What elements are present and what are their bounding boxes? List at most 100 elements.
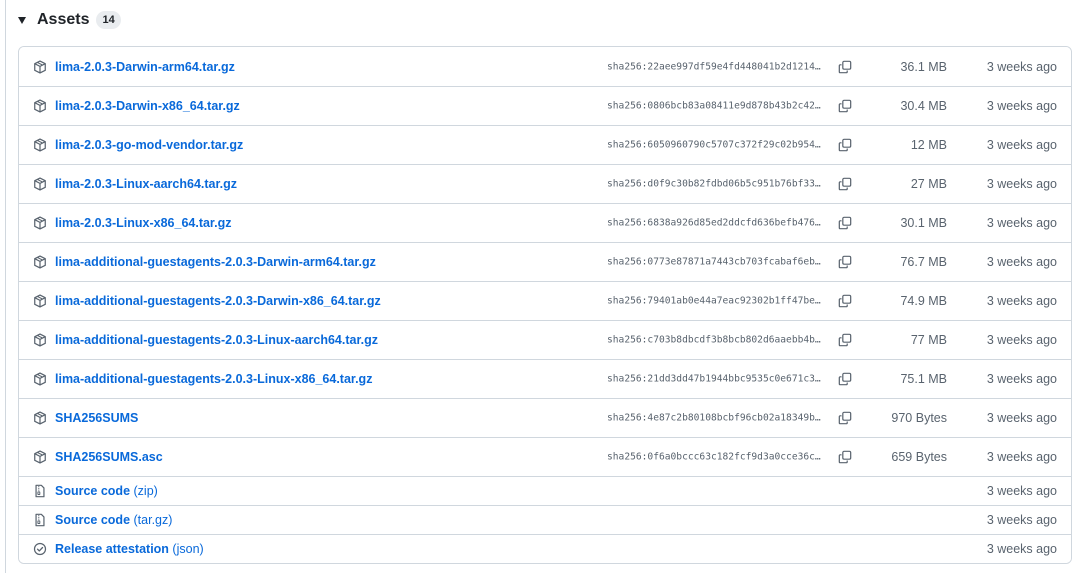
package-icon: [33, 372, 47, 386]
copy-sha-button[interactable]: [836, 253, 854, 271]
copy-sha-button[interactable]: [836, 136, 854, 154]
asset-sha256-digest: sha256:0773e87871a7443cb703fcabaf6eb…: [607, 256, 821, 268]
copy-sha-button[interactable]: [836, 370, 854, 388]
asset-download-link[interactable]: lima-additional-guestagents-2.0.3-Linux-…: [55, 333, 378, 347]
asset-date: 3 weeks ago: [986, 255, 1057, 269]
asset-download-link[interactable]: lima-2.0.3-Darwin-arm64.tar.gz: [55, 60, 235, 74]
asset-date: 3 weeks ago: [986, 59, 1057, 74]
asset-date: 3 weeks ago: [986, 138, 1057, 152]
asset-download-link[interactable]: lima-2.0.3-Linux-aarch64.tar.gz: [55, 177, 237, 191]
asset-size: 77 MB: [910, 333, 947, 347]
asset-download-link[interactable]: Release attestation (json): [55, 542, 204, 556]
asset-date: 3 weeks ago: [986, 411, 1057, 425]
package-icon: [33, 138, 47, 152]
asset-sha256-digest: sha256:21dd3dd47b1944bbc9535c0e671c3…: [607, 373, 821, 385]
asset-download-link[interactable]: lima-additional-guestagents-2.0.3-Darwin…: [55, 255, 376, 269]
asset-name: lima-additional-guestagents-2.0.3-Linux-…: [55, 333, 378, 347]
asset-size: 12 MB: [910, 138, 947, 152]
copy-icon: [838, 333, 852, 347]
asset-date: 3 weeks ago: [986, 216, 1057, 230]
asset-download-link[interactable]: Source code (tar.gz): [55, 513, 172, 527]
asset-row: lima-2.0.3-Darwin-arm64.tar.gz sha256:22a…: [19, 47, 1071, 86]
asset-date: 3 weeks ago: [986, 333, 1057, 347]
asset-name: SHA256SUMS: [55, 411, 139, 425]
asset-size: 30.4 MB: [900, 99, 947, 113]
copy-sha-button[interactable]: [836, 97, 854, 115]
asset-size: 970 Bytes: [891, 411, 947, 425]
asset-download-link[interactable]: lima-2.0.3-Linux-x86_64.tar.gz: [55, 216, 231, 230]
asset-row: lima-additional-guestagents-2.0.3-Linux-…: [19, 359, 1071, 398]
package-icon: [33, 216, 47, 230]
asset-format-label: (json): [172, 542, 204, 556]
package-icon: [33, 255, 47, 269]
asset-date: 3 weeks ago: [986, 99, 1057, 113]
asset-size: 76.7 MB: [900, 255, 947, 269]
asset-download-link[interactable]: lima-2.0.3-Darwin-x86_64.tar.gz: [55, 99, 240, 113]
asset-row: Release attestation (json) 3 weeks ago: [19, 534, 1071, 563]
asset-download-link[interactable]: SHA256SUMS: [55, 411, 138, 425]
copy-sha-button[interactable]: [836, 58, 854, 76]
assets-list: lima-2.0.3-Darwin-arm64.tar.gz sha256:22a…: [18, 46, 1072, 564]
assets-summary-toggle[interactable]: Assets 14: [18, 8, 121, 32]
asset-format-label: (tar.gz): [133, 513, 173, 527]
copy-sha-button[interactable]: [836, 292, 854, 310]
asset-row: lima-2.0.3-Linux-x86_64.tar.gz sha256:683…: [19, 203, 1071, 242]
asset-row: Source code (tar.gz) 3 weeks ago: [19, 505, 1071, 534]
copy-icon: [838, 372, 852, 386]
copy-icon: [838, 177, 852, 191]
asset-name: SHA256SUMS.asc: [55, 450, 163, 464]
package-icon: [33, 294, 47, 308]
asset-date: 3 weeks ago: [986, 294, 1057, 308]
copy-icon: [838, 216, 852, 230]
copy-sha-button[interactable]: [836, 175, 854, 193]
package-icon: [33, 99, 47, 113]
asset-row: Source code (zip) 3 weeks ago: [19, 476, 1071, 505]
copy-sha-button[interactable]: [836, 214, 854, 232]
asset-name: Source code: [55, 484, 131, 498]
asset-row: lima-additional-guestagents-2.0.3-Darwin…: [19, 281, 1071, 320]
package-icon: [33, 450, 47, 464]
package-icon: [33, 177, 47, 191]
assets-count-badge: 14: [96, 11, 121, 29]
copy-sha-button[interactable]: [836, 448, 854, 466]
asset-size: 75.1 MB: [900, 372, 947, 386]
caret-down-icon: [18, 16, 26, 24]
copy-icon: [838, 99, 852, 113]
package-icon: [33, 59, 47, 74]
asset-sha256-digest: sha256:0f6a0bccc63c182fcf9d3a0cce36c…: [607, 451, 821, 463]
copy-icon: [838, 138, 852, 152]
asset-format-label: (zip): [133, 484, 158, 498]
asset-date: 3 weeks ago: [986, 450, 1057, 464]
asset-row: lima-additional-guestagents-2.0.3-Darwin…: [19, 242, 1071, 281]
asset-download-link[interactable]: SHA256SUMS.asc: [55, 450, 163, 464]
asset-row: lima-2.0.3-Darwin-x86_64.tar.gz sha256:08…: [19, 86, 1071, 125]
verified-check-icon: [33, 542, 47, 556]
asset-download-link[interactable]: lima-additional-guestagents-2.0.3-Linux-…: [55, 372, 372, 386]
asset-sha256-digest: sha256:6838a926d85ed2ddcfd636befb476…: [607, 217, 821, 229]
asset-date: 3 weeks ago: [986, 372, 1057, 386]
asset-date: 3 weeks ago: [986, 484, 1057, 498]
copy-icon: [838, 294, 852, 308]
asset-row: SHA256SUMS.asc sha256:0f6a0bccc63c182fcf9…: [19, 437, 1071, 476]
asset-name: lima-2.0.3-Darwin-x86_64.tar.gz: [55, 99, 240, 113]
asset-row: lima-2.0.3-Linux-aarch64.tar.gz sha256:d0…: [19, 164, 1071, 203]
asset-sha256-digest: sha256:22aee997df59e4fd448041b2d1214…: [607, 61, 821, 72]
asset-name: lima-2.0.3-Linux-x86_64.tar.gz: [55, 216, 232, 230]
asset-size: 30.1 MB: [900, 216, 947, 230]
asset-name: Release attestation: [55, 542, 169, 556]
asset-sha256-digest: sha256:4e87c2b80108bcbf96cb02a18349b…: [607, 412, 821, 424]
asset-sha256-digest: sha256:79401ab0e44a7eac92302b1ff47be…: [607, 295, 821, 307]
asset-download-link[interactable]: lima-additional-guestagents-2.0.3-Darwin…: [55, 294, 381, 308]
asset-size: 36.1 MB: [900, 59, 947, 74]
asset-row: SHA256SUMS sha256:4e87c2b80108bcbf96cb02a…: [19, 398, 1071, 437]
asset-download-link[interactable]: Source code (zip): [55, 484, 158, 498]
asset-sha256-digest: sha256:d0f9c30b82fdbd06b5c951b76bf33…: [607, 178, 821, 190]
asset-size: 659 Bytes: [891, 450, 947, 464]
copy-icon: [838, 60, 852, 73]
copy-sha-button[interactable]: [836, 331, 854, 349]
asset-row: lima-2.0.3-go-mod-vendor.tar.gz sha256:60…: [19, 125, 1071, 164]
copy-sha-button[interactable]: [836, 409, 854, 427]
asset-name: lima-additional-guestagents-2.0.3-Darwin…: [55, 255, 376, 269]
asset-download-link[interactable]: lima-2.0.3-go-mod-vendor.tar.gz: [55, 138, 243, 152]
asset-size: 74.9 MB: [900, 294, 947, 308]
